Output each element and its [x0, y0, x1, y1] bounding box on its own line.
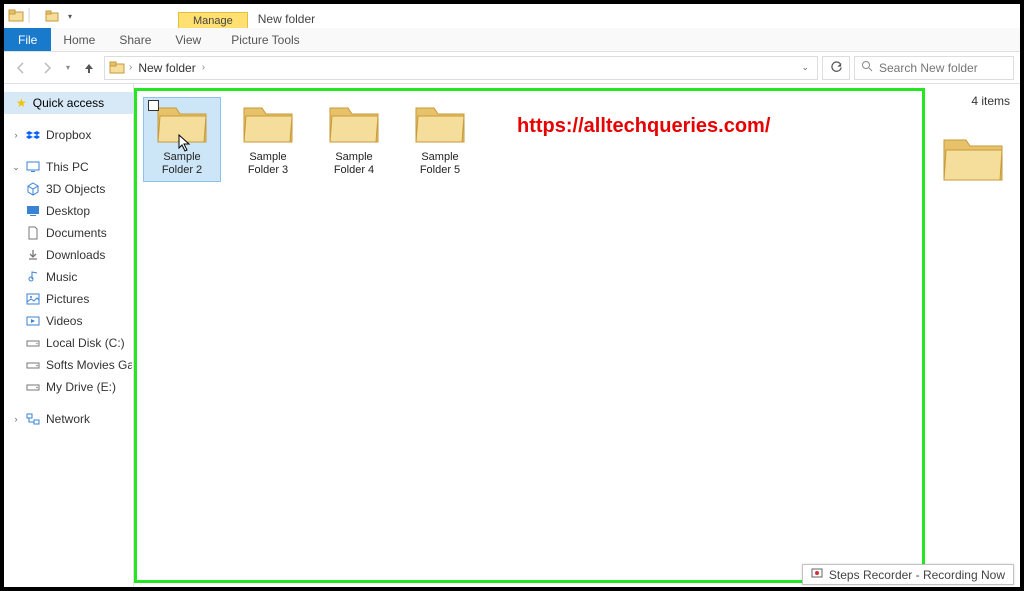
- document-icon: [26, 226, 40, 240]
- folder-label: Sample Folder 5: [406, 151, 474, 177]
- sidebar-item-downloads[interactable]: Downloads: [4, 244, 133, 266]
- ribbon-tabs: File Home Share View Picture Tools: [4, 28, 1020, 52]
- folder-item[interactable]: Sample Folder 4: [315, 97, 393, 182]
- quick-access-toolbar: │ ▾: [4, 4, 78, 28]
- sidebar-item-label: Pictures: [46, 292, 89, 306]
- forward-button[interactable]: [36, 57, 58, 79]
- cursor-icon: [178, 134, 192, 155]
- steps-recorder-toast[interactable]: Steps Recorder - Recording Now: [802, 564, 1014, 585]
- picture-icon: [26, 292, 40, 306]
- chevron-down-icon[interactable]: ⌄: [12, 162, 20, 173]
- sidebar-item-label: My Drive (E:): [46, 380, 116, 394]
- sidebar-item-network[interactable]: › Network: [4, 408, 133, 430]
- drive-icon: [26, 358, 40, 372]
- video-icon: [26, 314, 40, 328]
- sidebar-item-label: Documents: [46, 226, 107, 240]
- chevron-right-icon[interactable]: ›: [12, 130, 20, 140]
- title-bar: │ ▾ Manage New folder: [4, 4, 1020, 28]
- star-icon: ★: [16, 96, 27, 110]
- address-bar-row: ▾ › New folder › ⌄: [4, 52, 1020, 84]
- folder-icon: [328, 102, 380, 149]
- folder-small-icon: [44, 8, 60, 24]
- sidebar-item-label: Music: [46, 270, 77, 284]
- sidebar-item-local-disk-c[interactable]: Local Disk (C:): [4, 332, 133, 354]
- chevron-down-icon[interactable]: ⌄: [801, 62, 809, 73]
- tab-file[interactable]: File: [4, 28, 51, 51]
- network-icon: [26, 412, 40, 426]
- breadcrumb-segment[interactable]: New folder: [136, 61, 197, 75]
- folder-thumbnail-icon: [942, 132, 1004, 187]
- sidebar-item-desktop[interactable]: Desktop: [4, 200, 133, 222]
- sidebar-item-label: Local Disk (C:): [46, 336, 125, 350]
- folder-label: Sample Folder 4: [320, 151, 388, 177]
- explorer-body: ★ Quick access › Dropbox ⌄ This PC: [4, 84, 1020, 587]
- computer-icon: [26, 160, 40, 174]
- up-button[interactable]: [78, 57, 100, 79]
- sidebar-item-3d-objects[interactable]: 3D Objects: [4, 178, 133, 200]
- main-pane: Sample Folder 2 Sample Folder 3 Sample F…: [134, 84, 1020, 587]
- recorder-icon: [811, 567, 823, 582]
- dropbox-icon: [26, 128, 40, 142]
- back-button[interactable]: [10, 57, 32, 79]
- chevron-right-icon[interactable]: ›: [129, 62, 132, 73]
- items-grid: Sample Folder 2 Sample Folder 3 Sample F…: [137, 91, 922, 188]
- sidebar-item-dropbox[interactable]: › Dropbox: [4, 124, 133, 146]
- contextual-tab-header: Manage: [178, 12, 248, 28]
- sidebar-item-videos[interactable]: Videos: [4, 310, 133, 332]
- sidebar-item-label: Downloads: [46, 248, 105, 262]
- sidebar-item-documents[interactable]: Documents: [4, 222, 133, 244]
- details-pane: 4 items: [925, 84, 1020, 587]
- folder-icon: [414, 102, 466, 149]
- music-icon: [26, 270, 40, 284]
- folder-icon: [242, 102, 294, 149]
- folder-icon: [109, 60, 125, 76]
- item-checkbox[interactable]: [148, 100, 159, 111]
- search-icon: [861, 60, 873, 75]
- drive-icon: [26, 380, 40, 394]
- folder-item[interactable]: Sample Folder 3: [229, 97, 307, 182]
- desktop-icon: [26, 204, 40, 218]
- folder-view[interactable]: Sample Folder 2 Sample Folder 3 Sample F…: [134, 88, 925, 583]
- sidebar-item-label: Dropbox: [46, 128, 91, 142]
- divider-icon: │: [26, 8, 42, 24]
- sidebar-item-label: Videos: [46, 314, 82, 328]
- sidebar-item-quick-access[interactable]: ★ Quick access: [4, 92, 133, 114]
- recorder-label: Steps Recorder - Recording Now: [829, 568, 1005, 582]
- sidebar-item-label: Quick access: [33, 96, 104, 110]
- sidebar-item-music[interactable]: Music: [4, 266, 133, 288]
- watermark-text: https://alltechqueries.com/: [517, 115, 770, 138]
- search-box[interactable]: [854, 56, 1014, 80]
- sidebar-item-label: 3D Objects: [46, 182, 105, 196]
- tab-view[interactable]: View: [163, 28, 213, 51]
- window-title: New folder: [248, 10, 325, 28]
- sidebar-item-my-drive-e[interactable]: My Drive (E:): [4, 376, 133, 398]
- breadcrumb[interactable]: › New folder › ⌄: [104, 56, 818, 80]
- folder-item[interactable]: Sample Folder 2: [143, 97, 221, 182]
- download-icon: [26, 248, 40, 262]
- cube-icon: [26, 182, 40, 196]
- refresh-button[interactable]: [822, 56, 850, 80]
- sidebar-item-label: Softs Movies Games: [46, 358, 132, 372]
- sidebar-item-softs-drive[interactable]: Softs Movies Games: [4, 354, 133, 376]
- tab-home[interactable]: Home: [51, 28, 107, 51]
- search-input[interactable]: [879, 61, 1007, 75]
- sidebar-item-pictures[interactable]: Pictures: [4, 288, 133, 310]
- explorer-window: │ ▾ Manage New folder File Home Share Vi…: [4, 4, 1020, 587]
- recent-locations-dropdown[interactable]: ▾: [62, 57, 74, 79]
- sidebar-item-this-pc[interactable]: ⌄ This PC: [4, 156, 133, 178]
- folder-icon: [8, 8, 24, 24]
- navigation-pane[interactable]: ★ Quick access › Dropbox ⌄ This PC: [4, 84, 134, 587]
- drive-icon: [26, 336, 40, 350]
- item-count-label: 4 items: [971, 94, 1014, 108]
- folder-item[interactable]: Sample Folder 5: [401, 97, 479, 182]
- sidebar-item-label: Desktop: [46, 204, 90, 218]
- tab-picture-tools[interactable]: Picture Tools: [219, 28, 311, 51]
- sidebar-item-label: Network: [46, 412, 90, 426]
- dropdown-icon[interactable]: ▾: [62, 8, 78, 24]
- sidebar-item-label: This PC: [46, 160, 89, 174]
- chevron-right-icon[interactable]: ›: [202, 62, 205, 73]
- folder-label: Sample Folder 3: [234, 151, 302, 177]
- tab-share[interactable]: Share: [107, 28, 163, 51]
- chevron-right-icon[interactable]: ›: [12, 414, 20, 424]
